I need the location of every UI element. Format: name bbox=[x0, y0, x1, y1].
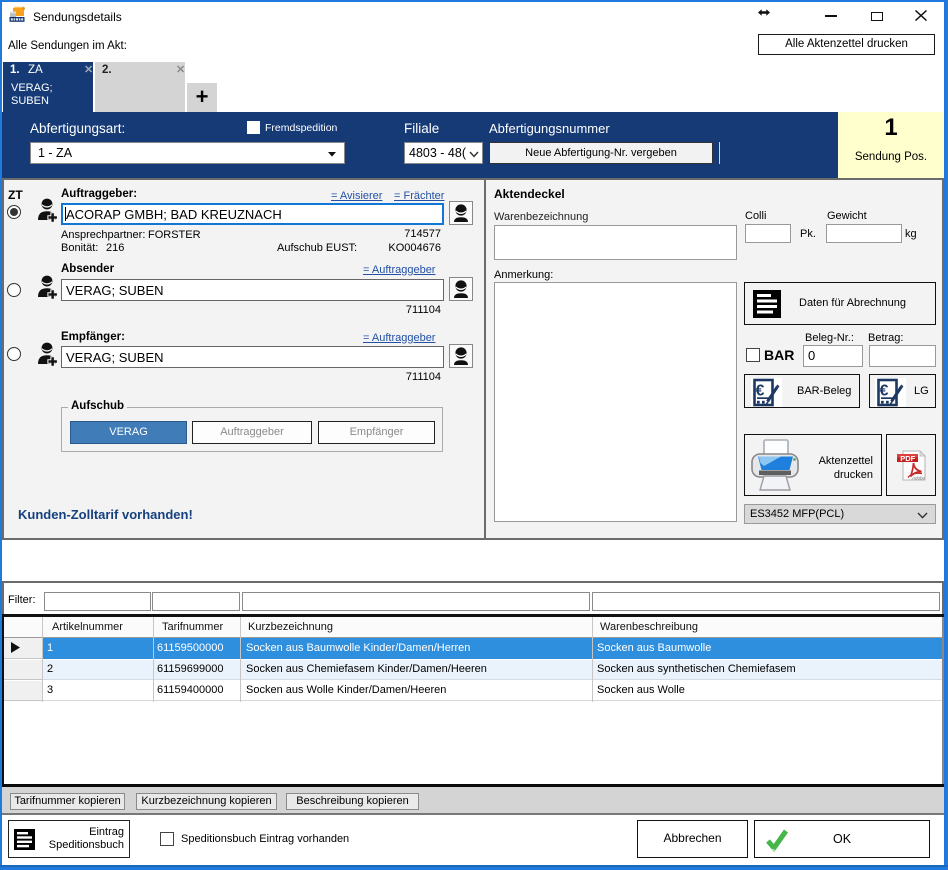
svg-text:€: € bbox=[880, 383, 889, 400]
svg-text:Adobe: Adobe bbox=[911, 476, 926, 481]
svg-text:€: € bbox=[756, 383, 765, 400]
svg-text:PDF: PDF bbox=[900, 454, 915, 463]
